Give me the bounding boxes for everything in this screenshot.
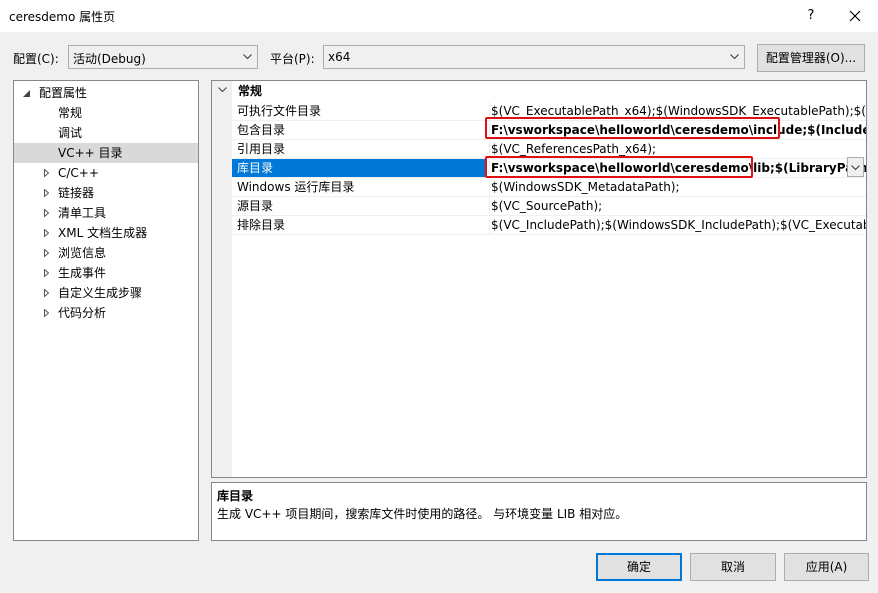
help-button[interactable]: ? xyxy=(796,6,826,26)
tree-item[interactable]: 浏览信息 xyxy=(14,243,198,263)
tree-root-label: 配置属性 xyxy=(39,86,88,100)
property-name: 可执行文件目录 xyxy=(237,104,322,118)
tree-item-label: XML 文档生成器 xyxy=(58,226,148,240)
platform-label: 平台(P): xyxy=(270,52,315,66)
collapsed-triangle-icon xyxy=(44,309,49,317)
window-title: ceresdemo 属性页 xyxy=(9,10,116,24)
collapsed-triangle-icon xyxy=(44,269,49,277)
category-row[interactable]: 常规 xyxy=(212,81,866,101)
tree-root[interactable]: 配置属性 xyxy=(14,83,198,103)
collapsed-triangle-icon xyxy=(44,249,49,257)
property-value[interactable]: $(VC_IncludePath);$(WindowsSDK_IncludePa… xyxy=(489,216,866,234)
property-name: 引用目录 xyxy=(237,142,286,156)
close-button[interactable] xyxy=(840,4,870,28)
chevron-down-icon xyxy=(730,54,739,60)
include-path-highlight xyxy=(485,117,780,139)
expanded-triangle-icon xyxy=(23,90,30,97)
tree-item[interactable]: 生成事件 xyxy=(14,263,198,283)
ok-button[interactable]: 确定 xyxy=(596,553,682,581)
tree-item[interactable]: C/C++ xyxy=(14,163,198,183)
description-title: 库目录 xyxy=(217,489,254,503)
tree-item-label: 常规 xyxy=(58,106,83,120)
config-select[interactable]: 活动(Debug) xyxy=(68,45,258,69)
category-label: 常规 xyxy=(238,84,263,98)
property-value[interactable]: $(WindowsSDK_MetadataPath); xyxy=(489,178,866,196)
property-tree: 配置属性 常规调试 VC++ 目录 C/C++ 链接器清单工具 XML 文档生成器 浏览信… xyxy=(13,80,199,541)
tree-item[interactable]: 常规 xyxy=(14,103,198,123)
description-panel: 库目录 生成 VC++ 项目期间，搜索库文件时使用的路径。 与环境变量 LIB … xyxy=(211,482,867,541)
tree-item-label: 生成事件 xyxy=(58,266,107,280)
collapsed-triangle-icon xyxy=(44,189,49,197)
cancel-button[interactable]: 取消 xyxy=(690,553,776,581)
tree-item-label: 清单工具 xyxy=(58,206,107,220)
tree-item[interactable]: 链接器 xyxy=(14,183,198,203)
value-dropdown-button[interactable] xyxy=(847,157,864,177)
config-manager-button[interactable]: 配置管理器(O)... xyxy=(757,44,865,72)
property-grid: 常规 可执行文件目录 $(VC_ExecutablePath_x64);$(Win… xyxy=(211,80,867,478)
grid-gutter xyxy=(212,81,232,477)
tree-item-label: 链接器 xyxy=(58,186,95,200)
tree-item-label: 自定义生成步骤 xyxy=(58,286,143,300)
tree-item-label: 调试 xyxy=(58,126,83,140)
close-icon xyxy=(849,10,861,22)
platform-select[interactable]: x64 xyxy=(323,45,745,69)
collapsed-triangle-icon xyxy=(44,209,49,217)
collapse-chevron-icon xyxy=(218,87,227,93)
chevron-down-icon xyxy=(243,54,252,60)
property-name: 包含目录 xyxy=(237,123,286,137)
tree-item[interactable]: 代码分析 xyxy=(14,303,198,323)
property-row[interactable]: 源目录 $(VC_SourcePath); xyxy=(232,197,866,216)
tree-item-label: 代码分析 xyxy=(58,306,107,320)
tree-item[interactable]: 清单工具 xyxy=(14,203,198,223)
lib-path-highlight xyxy=(485,156,753,178)
title-bar: ceresdemo 属性页 ? xyxy=(0,0,878,32)
apply-button[interactable]: 应用(A) xyxy=(784,553,869,581)
config-value: 活动(Debug) xyxy=(73,52,146,66)
property-row[interactable]: 排除目录 $(VC_IncludePath);$(WindowsSDK_Inclu… xyxy=(232,216,866,235)
property-value[interactable]: $(VC_SourcePath); xyxy=(489,197,866,215)
chevron-down-icon xyxy=(851,165,860,171)
description-text: 生成 VC++ 项目期间，搜索库文件时使用的路径。 与环境变量 LIB 相对应。 xyxy=(217,507,628,521)
tree-item[interactable]: 调试 xyxy=(14,123,198,143)
property-row[interactable]: Windows 运行库目录 $(WindowsSDK_MetadataPath); xyxy=(232,178,866,197)
collapsed-triangle-icon xyxy=(44,229,49,237)
property-name: 排除目录 xyxy=(237,218,286,232)
platform-value: x64 xyxy=(328,50,351,64)
tree-item-label: 浏览信息 xyxy=(58,246,107,260)
tree-item[interactable]: 自定义生成步骤 xyxy=(14,283,198,303)
collapsed-triangle-icon xyxy=(44,289,49,297)
property-name: 库目录 xyxy=(232,159,485,177)
property-name: 源目录 xyxy=(237,199,274,213)
tree-item[interactable]: VC++ 目录 xyxy=(14,143,198,163)
config-label: 配置(C): xyxy=(13,52,59,66)
tree-item-label: VC++ 目录 xyxy=(58,146,123,160)
collapsed-triangle-icon xyxy=(44,169,49,177)
tree-item-label: C/C++ xyxy=(58,166,99,180)
tree-item[interactable]: XML 文档生成器 xyxy=(14,223,198,243)
property-name: Windows 运行库目录 xyxy=(237,180,355,194)
